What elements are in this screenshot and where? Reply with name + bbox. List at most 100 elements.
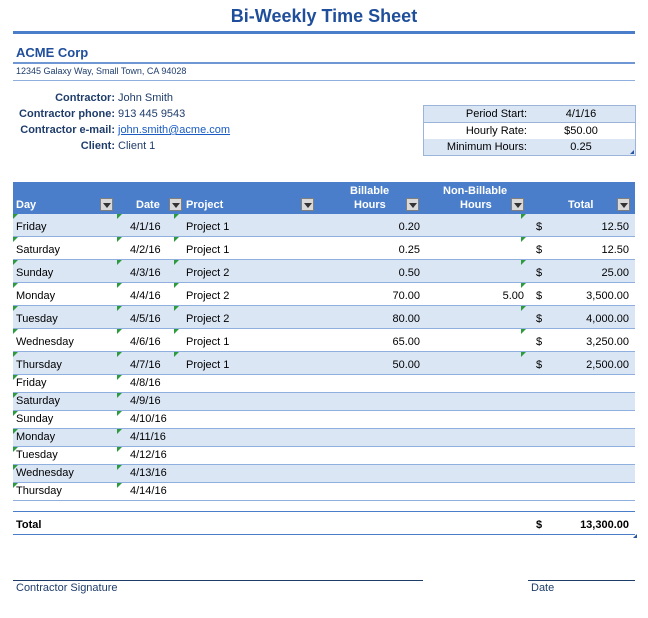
billable-hours-cell[interactable]: 0.20 — [399, 221, 420, 233]
total-cell-marker-icon — [521, 237, 526, 242]
day-cell[interactable]: Saturday — [16, 244, 60, 256]
billable-hours-cell[interactable]: 70.00 — [392, 290, 420, 302]
day-cell[interactable]: Wednesday — [16, 336, 74, 348]
contractor-signature-line[interactable] — [13, 580, 423, 581]
date-cell[interactable]: 4/8/16 — [130, 377, 161, 389]
contractor-phone[interactable]: 913 445 9543 — [118, 108, 185, 120]
date-cell[interactable]: 4/6/16 — [130, 336, 161, 348]
filter-project-dropdown-icon[interactable] — [301, 198, 314, 211]
row-total-cell[interactable]: 12.50 — [601, 244, 629, 256]
row-total-cell[interactable]: 3,500.00 — [586, 290, 629, 302]
day-cell[interactable]: Wednesday — [16, 467, 74, 479]
minimum-hours-value[interactable]: 0.25 — [550, 141, 612, 153]
day-cell[interactable]: Saturday — [16, 395, 60, 407]
date-cell[interactable]: 4/3/16 — [130, 267, 161, 279]
project-cell[interactable]: Project 2 — [186, 267, 229, 279]
table-row[interactable]: Monday 4/11/16 — [13, 429, 635, 447]
billable-hours-cell[interactable]: 0.50 — [399, 267, 420, 279]
day-cell-marker-icon — [13, 352, 18, 357]
filter-day-dropdown-icon[interactable] — [100, 198, 113, 211]
project-cell[interactable]: Project 1 — [186, 359, 229, 371]
row-total-cell[interactable]: 12.50 — [601, 221, 629, 233]
day-cell-marker-icon — [13, 306, 18, 311]
table-row[interactable]: Wednesday 4/13/16 — [13, 465, 635, 483]
project-cell[interactable]: Project 1 — [186, 244, 229, 256]
table-row[interactable]: Tuesday 4/5/16 Project 2 80.00 $4,000.00 — [13, 306, 635, 329]
date-signature-line[interactable] — [528, 580, 635, 581]
filter-date-dropdown-icon[interactable] — [169, 198, 182, 211]
currency-symbol: $ — [536, 290, 543, 302]
date-cell[interactable]: 4/10/16 — [130, 413, 167, 425]
date-cell[interactable]: 4/1/16 — [130, 221, 161, 233]
table-row[interactable]: Thursday 4/7/16 Project 1 50.00 $2,500.00 — [13, 352, 635, 375]
table-row[interactable]: Wednesday 4/6/16 Project 1 65.00 $3,250.00 — [13, 329, 635, 352]
table-row[interactable]: Sunday 4/3/16 Project 2 0.50 $25.00 — [13, 260, 635, 283]
project-cell[interactable]: Project 1 — [186, 336, 229, 348]
filter-nonbillable-dropdown-icon[interactable] — [511, 198, 524, 211]
date-cell[interactable]: 4/12/16 — [130, 449, 167, 461]
day-cell[interactable]: Sunday — [16, 267, 53, 279]
table-row[interactable]: Saturday 4/2/16 Project 1 0.25 $12.50 — [13, 237, 635, 260]
day-cell[interactable]: Tuesday — [16, 313, 58, 325]
date-cell-marker-icon — [117, 306, 122, 311]
billable-hours-cell[interactable]: 0.25 — [399, 244, 420, 256]
date-cell[interactable]: 4/13/16 — [130, 467, 167, 479]
total-row: Total $ 13,300.00 — [13, 511, 637, 538]
day-cell[interactable]: Monday — [16, 290, 55, 302]
project-cell-marker-icon — [174, 214, 179, 219]
date-cell[interactable]: 4/7/16 — [130, 359, 161, 371]
day-cell-marker-icon — [13, 329, 18, 334]
day-cell[interactable]: Thursday — [16, 359, 62, 371]
hourly-rate-value[interactable]: $50.00 — [550, 125, 612, 137]
period-info-box: Period Start: 4/1/16 Hourly Rate: $50.00… — [423, 105, 636, 156]
period-start-value[interactable]: 4/1/16 — [550, 108, 612, 120]
contractor-name[interactable]: John Smith — [118, 92, 173, 104]
header-nonbillable-line1: Non-Billable — [443, 185, 508, 197]
total-cell-marker-icon — [521, 283, 526, 288]
day-cell[interactable]: Sunday — [16, 413, 53, 425]
table-resize-handle-icon[interactable] — [633, 534, 637, 538]
table-row[interactable]: Saturday 4/9/16 — [13, 393, 635, 411]
total-cell-marker-icon — [521, 306, 526, 311]
table-row[interactable]: Monday 4/4/16 Project 2 70.00 5.00 $3,500.00 — [13, 283, 635, 306]
row-total-cell[interactable]: 3,250.00 — [586, 336, 629, 348]
currency-symbol: $ — [536, 244, 543, 256]
nonbillable-hours-cell[interactable]: 5.00 — [503, 290, 524, 302]
project-cell[interactable]: Project 1 — [186, 221, 229, 233]
billable-hours-cell[interactable]: 80.00 — [392, 313, 420, 325]
row-total-cell[interactable]: 25.00 — [601, 267, 629, 279]
filter-total-dropdown-icon[interactable] — [617, 198, 630, 211]
date-cell[interactable]: 4/2/16 — [130, 244, 161, 256]
contractor-phone-label: Contractor phone: — [19, 108, 115, 120]
day-cell[interactable]: Tuesday — [16, 449, 58, 461]
table-row[interactable]: Tuesday 4/12/16 — [13, 447, 635, 465]
date-cell[interactable]: 4/4/16 — [130, 290, 161, 302]
contractor-email-link[interactable]: john.smith@acme.com — [118, 124, 230, 136]
hourly-rate-label: Hourly Rate: — [465, 125, 527, 137]
resize-handle-icon[interactable] — [630, 150, 634, 154]
project-cell[interactable]: Project 2 — [186, 313, 229, 325]
table-row[interactable]: Friday 4/8/16 — [13, 375, 635, 393]
project-cell-marker-icon — [174, 260, 179, 265]
table-row[interactable]: Sunday 4/10/16 — [13, 411, 635, 429]
date-cell[interactable]: 4/5/16 — [130, 313, 161, 325]
date-cell[interactable]: 4/9/16 — [130, 395, 161, 407]
billable-hours-cell[interactable]: 50.00 — [392, 359, 420, 371]
filter-billable-dropdown-icon[interactable] — [406, 198, 419, 211]
day-cell[interactable]: Monday — [16, 431, 55, 443]
day-cell[interactable]: Friday — [16, 221, 47, 233]
date-cell[interactable]: 4/11/16 — [130, 431, 166, 443]
client-name[interactable]: Client 1 — [118, 140, 155, 152]
table-row[interactable]: Friday 4/1/16 Project 1 0.20 $12.50 — [13, 214, 635, 237]
date-cell-marker-icon — [117, 447, 122, 452]
billable-hours-cell[interactable]: 65.00 — [392, 336, 420, 348]
row-total-cell[interactable]: 2,500.00 — [586, 359, 629, 371]
day-cell[interactable]: Thursday — [16, 485, 62, 497]
date-cell-marker-icon — [117, 483, 122, 488]
row-total-cell[interactable]: 4,000.00 — [586, 313, 629, 325]
date-cell[interactable]: 4/14/16 — [130, 485, 167, 497]
day-cell[interactable]: Friday — [16, 377, 47, 389]
period-start-row: Period Start: 4/1/16 — [424, 106, 635, 122]
table-row[interactable]: Thursday 4/14/16 — [13, 483, 635, 501]
project-cell[interactable]: Project 2 — [186, 290, 229, 302]
